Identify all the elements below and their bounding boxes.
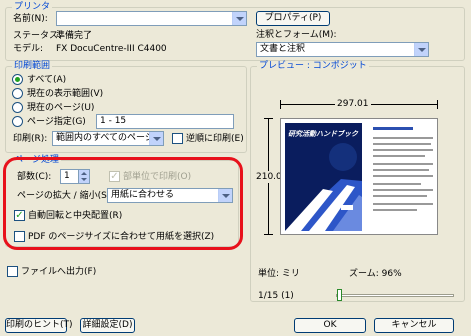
page-preview: 研究活動ハンドブック <box>280 118 438 235</box>
page-slider-thumb[interactable] <box>337 289 342 301</box>
range-pages-radio[interactable] <box>12 116 23 127</box>
cancel-button[interactable]: キャンセル <box>374 318 454 333</box>
print-to-file-label[interactable]: ファイルへ出力(F) <box>21 266 96 278</box>
model-label: モデル: <box>13 44 44 54</box>
page-slider-track[interactable] <box>336 294 454 297</box>
print-hints-button[interactable]: 印刷のヒント(T) <box>5 318 73 333</box>
width-value: 297.01 <box>335 98 371 110</box>
range-view-radio[interactable] <box>12 88 23 99</box>
properties-button[interactable]: プロパティ(P) <box>256 11 330 26</box>
range-all-label[interactable]: すべて(A) <box>27 74 66 86</box>
print-subset-select[interactable]: 範囲内のすべてのページ <box>52 131 164 146</box>
annotations-label: 注釈とフォーム(M): <box>256 30 337 40</box>
model-value: FX DocuCentre-III C4400 <box>56 44 167 54</box>
range-current-page-label[interactable]: 現在のページ(U) <box>27 102 94 114</box>
advanced-button[interactable]: 詳細設定(D) <box>80 318 135 333</box>
printer-group-title: プリンタ <box>12 2 53 13</box>
pages-input[interactable]: 1 - 15 <box>96 114 234 129</box>
range-current-page-radio[interactable] <box>12 102 23 113</box>
print-subset-label: 印刷(R): <box>13 134 48 144</box>
range-pages-label[interactable]: ページ指定(G) <box>27 116 86 128</box>
status-value: 準備完了 <box>56 31 93 41</box>
status-label: ステータス: <box>13 31 62 41</box>
chevron-down-icon <box>149 132 163 145</box>
reverse-order-label[interactable]: 逆順に印刷(E) <box>186 133 244 145</box>
chevron-down-icon <box>414 43 428 56</box>
annotations-select[interactable]: 文書と注釈 <box>256 42 429 57</box>
printer-name-label: 名前(N): <box>13 14 48 24</box>
range-all-radio[interactable] <box>12 74 23 85</box>
height-tick-top <box>264 118 273 119</box>
highlight-frame <box>3 157 243 250</box>
width-tick-right <box>437 100 438 109</box>
zoom-label: ズーム: 96% <box>349 269 402 279</box>
printer-name-select[interactable] <box>56 11 247 26</box>
reverse-order-checkbox[interactable] <box>172 133 183 144</box>
range-view-label[interactable]: 現在の表示範囲(V) <box>27 88 103 100</box>
print-to-file-checkbox[interactable] <box>7 266 18 277</box>
preview-title: プレビュー : コンポジット <box>257 61 369 72</box>
print-range-title: 印刷範囲 <box>12 61 53 72</box>
ok-button[interactable]: OK <box>294 318 366 333</box>
width-tick-left <box>280 100 281 109</box>
chevron-down-icon <box>232 12 246 25</box>
cover-title: 研究活動ハンドブック <box>288 130 358 138</box>
page-counter: 1/15 (1) <box>258 291 294 301</box>
height-tick-bottom <box>264 234 273 235</box>
units-label: 単位: ミリ <box>258 269 300 279</box>
annotations-value: 文書と注釈 <box>260 44 306 54</box>
print-subset-value: 範囲内のすべてのページ <box>56 133 154 143</box>
